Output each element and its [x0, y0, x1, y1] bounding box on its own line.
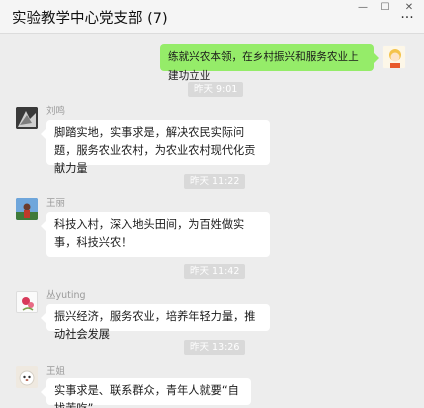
chat-title: 实验教学中心党支部 (7) — [12, 11, 168, 27]
message-timestamp: 昨天 11:22 — [184, 174, 246, 189]
message-timestamp: 昨天 11:42 — [184, 264, 246, 279]
chat-header: 实验教学中心党支部 (7) — ☐ ✕ ··· — [0, 0, 424, 34]
minimize-icon[interactable]: — — [354, 2, 372, 14]
sender-avatar[interactable] — [16, 366, 38, 388]
message-bubble[interactable]: 实事求是、联系群众，青年人就要“自找苦吃” — [41, 378, 251, 408]
sender-name: 王姐 — [46, 366, 66, 377]
maximize-icon[interactable]: ☐ — [376, 2, 394, 14]
my-avatar[interactable] — [382, 45, 406, 69]
sender-avatar[interactable] — [16, 291, 38, 313]
message-bubble-mine[interactable]: 练就兴农本领，在乡村振兴和服务农业上建功立业 — [160, 44, 379, 82]
sender-avatar[interactable] — [16, 107, 38, 129]
message-list[interactable]: 练就兴农本领，在乡村振兴和服务农业上建功立业 昨天 9:01 刘鸣 脚踏实地，实… — [0, 35, 424, 408]
sender-name: 丛yuting — [46, 290, 86, 301]
sender-name: 刘鸣 — [46, 106, 66, 117]
message-bubble[interactable]: 振兴经济，服务农业，培养年轻力量，推动社会发展 — [41, 304, 270, 341]
message-timestamp: 昨天 13:26 — [184, 340, 246, 355]
message-bubble[interactable]: 科技入村，深入地头田间，为百姓做实事，科技兴农！ — [41, 212, 270, 257]
sender-avatar[interactable] — [16, 198, 38, 220]
message-timestamp: 昨天 9:01 — [188, 82, 244, 97]
sender-name: 王丽 — [46, 198, 66, 209]
more-options-icon[interactable]: ··· — [398, 11, 416, 25]
message-bubble[interactable]: 脚踏实地，实事求是，解决农民实际问题，服务农业农村，为农业农村现代化贡献力量 — [41, 120, 270, 175]
